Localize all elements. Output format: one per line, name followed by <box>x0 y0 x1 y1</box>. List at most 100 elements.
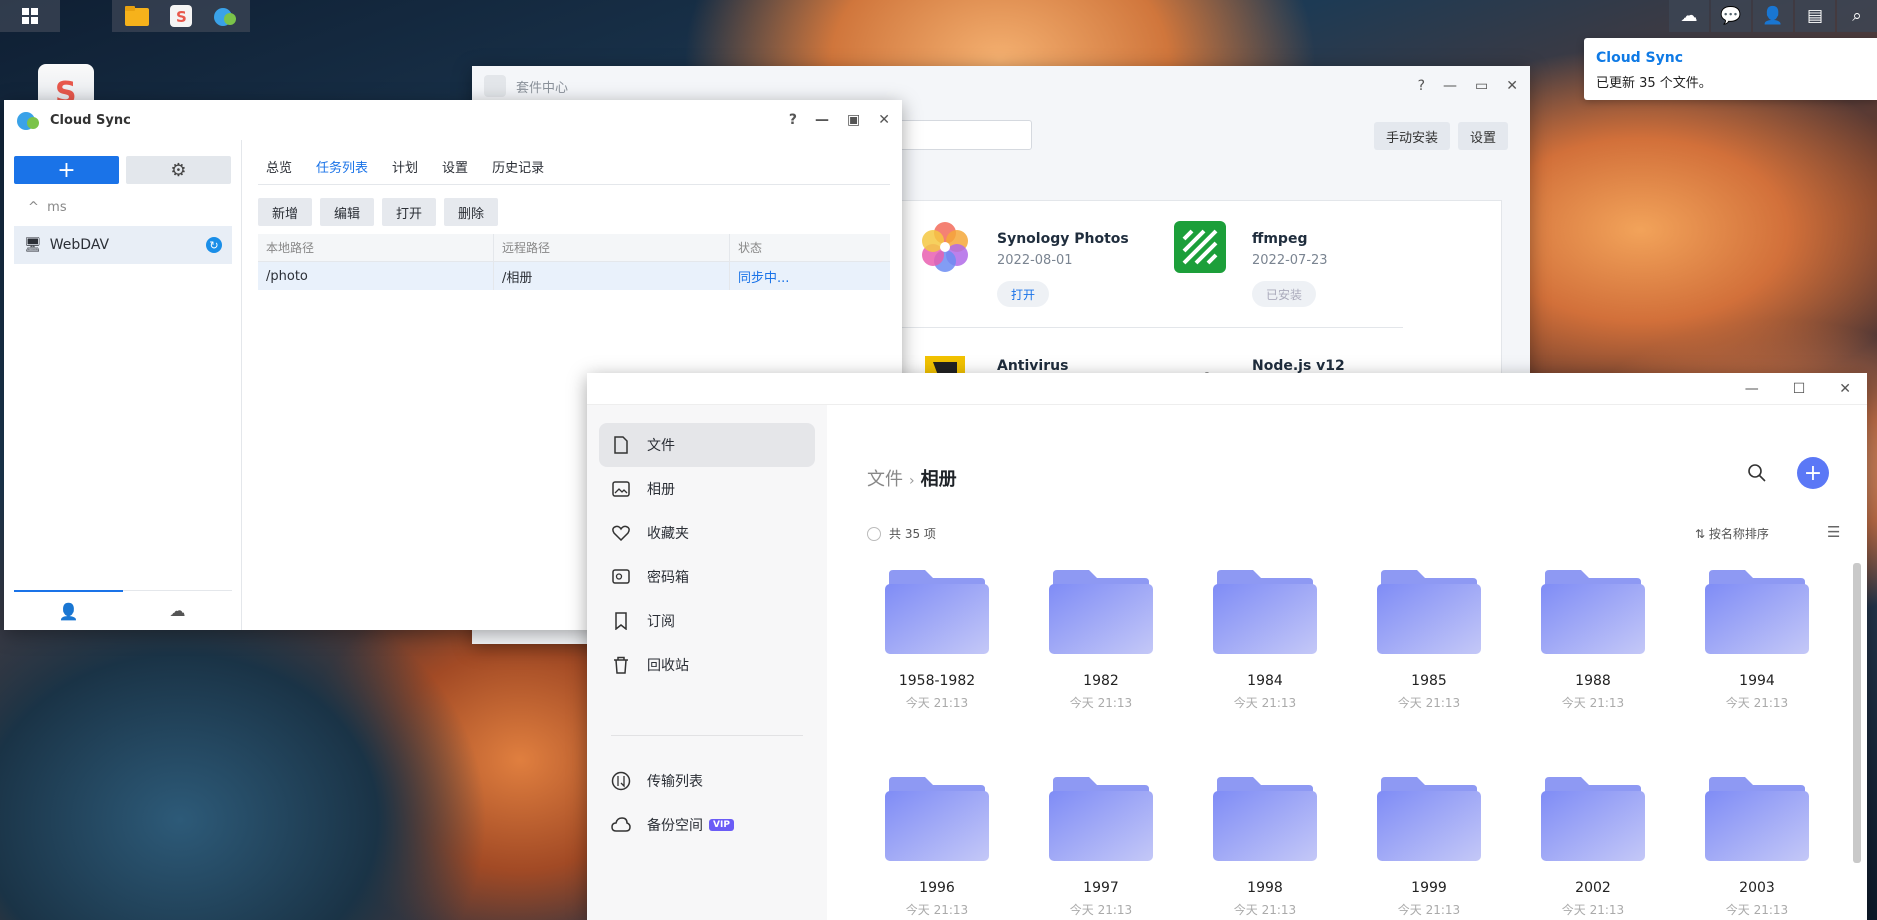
package-settings-button[interactable]: 设置 <box>1458 122 1509 150</box>
list-view-icon[interactable]: ☰ <box>1827 523 1840 541</box>
help-icon[interactable]: ? <box>1418 78 1425 94</box>
folder-item[interactable]: 1996 今天 21:13 <box>862 777 1002 920</box>
select-all-checkbox[interactable] <box>867 526 881 541</box>
package-card[interactable]: Synology Photos 2022-08-01 打开 <box>893 201 1148 326</box>
help-icon[interactable]: ? <box>789 112 797 128</box>
add-button[interactable]: + <box>1797 457 1829 489</box>
cloud-sync-tray-icon[interactable]: ☁ <box>1669 0 1709 32</box>
cloud-sync-titlebar[interactable]: Cloud Sync ? — ▣ ✕ <box>4 100 902 140</box>
user-tab-icon[interactable]: 👤 <box>14 590 123 630</box>
tab-overview[interactable]: 总览 <box>266 157 292 176</box>
edit-task-button[interactable]: 编辑 <box>320 198 375 226</box>
folder-icon <box>1213 777 1317 861</box>
minimize-icon[interactable]: — <box>1443 78 1457 94</box>
sidebar-item-safe[interactable]: 密码箱 <box>599 555 815 599</box>
taskbar-cloud-sync[interactable] <box>204 0 246 32</box>
nav-label: 回收站 <box>647 658 689 674</box>
notification-toast[interactable]: Cloud Sync 已更新 35 个文件。 <box>1584 38 1877 100</box>
folder-time: 今天 21:13 <box>1233 696 1297 710</box>
sort-label: 按名称排序 <box>1708 527 1769 541</box>
syncing-icon: ↻ <box>206 237 222 253</box>
sidebar-item-transfers[interactable]: 传输列表 <box>599 759 815 803</box>
package-center-icon <box>484 75 506 97</box>
folder-item[interactable]: 1958-1982 今天 21:13 <box>862 570 1002 720</box>
sidebar-item-favorites[interactable]: 收藏夹 <box>599 511 815 555</box>
folder-item[interactable]: 1999 今天 21:13 <box>1354 777 1494 920</box>
folder-item[interactable]: 1988 今天 21:13 <box>1518 570 1658 720</box>
sidebar-item-subscriptions[interactable]: 订阅 <box>599 599 815 643</box>
folder-time: 今天 21:13 <box>905 696 969 710</box>
manual-install-button[interactable]: 手动安装 <box>1374 122 1451 150</box>
open-button[interactable]: 打开 <box>997 281 1050 307</box>
bookmark-icon <box>611 611 631 631</box>
tab-schedule[interactable]: 计划 <box>392 157 418 176</box>
sidebar-item-files[interactable]: 文件 <box>599 423 815 467</box>
folder-time: 今天 21:13 <box>1561 903 1625 917</box>
chevron-right-icon: › <box>909 473 915 489</box>
folder-time: 今天 21:13 <box>905 903 969 917</box>
minimize-icon[interactable]: — <box>1745 381 1759 397</box>
maximize-icon[interactable]: ▭ <box>1475 78 1488 94</box>
maximize-icon[interactable]: ☐ <box>1793 381 1806 397</box>
table-row[interactable]: /photo /相册 同步中... <box>258 262 890 290</box>
task-table: 本地路径 远程路径 状态 /photo /相册 同步中... <box>258 234 890 290</box>
folder-item[interactable]: 2003 今天 21:13 <box>1682 777 1822 920</box>
sidebar-item-albums[interactable]: 相册 <box>599 467 815 511</box>
taskbar-file-station[interactable] <box>116 0 158 32</box>
open-task-button[interactable]: 打开 <box>382 198 437 226</box>
connection-group[interactable]: ^ ms <box>28 200 67 215</box>
cloud-icon <box>611 815 631 835</box>
delete-task-button[interactable]: 删除 <box>444 198 499 226</box>
folder-item[interactable]: 1984 今天 21:13 <box>1190 570 1330 720</box>
minimize-icon[interactable]: — <box>815 112 829 128</box>
main-menu-button[interactable] <box>0 0 60 32</box>
column-header[interactable]: 状态 <box>730 234 870 261</box>
folder-item[interactable]: 1994 今天 21:13 <box>1682 570 1822 720</box>
maximize-icon[interactable]: ▣ <box>847 112 860 128</box>
file-manager-titlebar[interactable]: — ☐ ✕ <box>587 373 1867 405</box>
count-label: 共 35 项 <box>889 527 936 541</box>
column-header[interactable]: 远程路径 <box>494 234 730 261</box>
add-connection-button[interactable]: + <box>14 156 119 184</box>
cloud-tab-icon[interactable]: ☁ <box>123 591 232 630</box>
cloud-sync-tabs: 总览 任务列表 计划 设置 历史记录 <box>266 157 544 176</box>
sort-button[interactable]: ⇅ 按名称排序 <box>1695 525 1769 542</box>
tab-settings[interactable]: 设置 <box>442 157 468 176</box>
package-name: Synology Photos <box>997 231 1129 247</box>
user-icon[interactable]: 👤 <box>1753 0 1793 32</box>
close-icon[interactable]: ✕ <box>1839 381 1851 397</box>
tab-history[interactable]: 历史记录 <box>492 157 544 176</box>
sidebar-item-backup[interactable]: 备份空间 VIP <box>599 803 815 847</box>
search-icon[interactable] <box>1747 463 1767 487</box>
folder-name: 1988 <box>1575 673 1611 689</box>
tab-task-list[interactable]: 任务列表 <box>316 157 368 176</box>
sidebar-item-trash[interactable]: 回收站 <box>599 643 815 687</box>
package-name: Node.js v12 <box>1252 358 1345 374</box>
folder-time: 今天 21:13 <box>1069 903 1133 917</box>
folder-name: 1994 <box>1739 673 1775 689</box>
window-title: Cloud Sync <box>50 112 131 128</box>
taskbar-package-center[interactable]: S <box>160 0 202 32</box>
group-label: ms <box>47 200 67 215</box>
chat-icon[interactable]: 💬 <box>1711 0 1751 32</box>
package-card[interactable]: ffmpeg 2022-07-23 已安装 <box>1148 201 1403 326</box>
folder-item[interactable]: 1998 今天 21:13 <box>1190 777 1330 920</box>
widgets-icon[interactable]: ▤ <box>1795 0 1835 32</box>
new-task-button[interactable]: 新增 <box>258 198 313 226</box>
folder-item[interactable]: 1982 今天 21:13 <box>1026 570 1166 720</box>
settings-button[interactable]: ⚙ <box>126 156 231 184</box>
folder-item[interactable]: 1985 今天 21:13 <box>1354 570 1494 720</box>
folder-item[interactable]: 1997 今天 21:13 <box>1026 777 1166 920</box>
sidebar-item-webdav[interactable]: 🖥 WebDAV ↻ <box>14 226 232 264</box>
breadcrumb: 文件 › 相册 <box>867 465 957 491</box>
breadcrumb-root[interactable]: 文件 <box>867 469 903 490</box>
search-icon[interactable]: ⌕ <box>1837 0 1877 32</box>
close-icon[interactable]: ✕ <box>878 112 890 128</box>
scrollbar[interactable] <box>1853 563 1861 863</box>
file-manager-window[interactable]: — ☐ ✕ 文件 相册 收藏夹 密码箱 订阅 回收站 传输列表 备份空间 VIP… <box>587 373 1867 920</box>
column-header[interactable]: 本地路径 <box>258 234 494 261</box>
item-count: 共 35 项 <box>867 525 936 542</box>
close-icon[interactable]: ✕ <box>1506 78 1518 94</box>
taskbar-tray: ☁ 💬 👤 ▤ ⌕ <box>1669 0 1877 32</box>
folder-item[interactable]: 2002 今天 21:13 <box>1518 777 1658 920</box>
